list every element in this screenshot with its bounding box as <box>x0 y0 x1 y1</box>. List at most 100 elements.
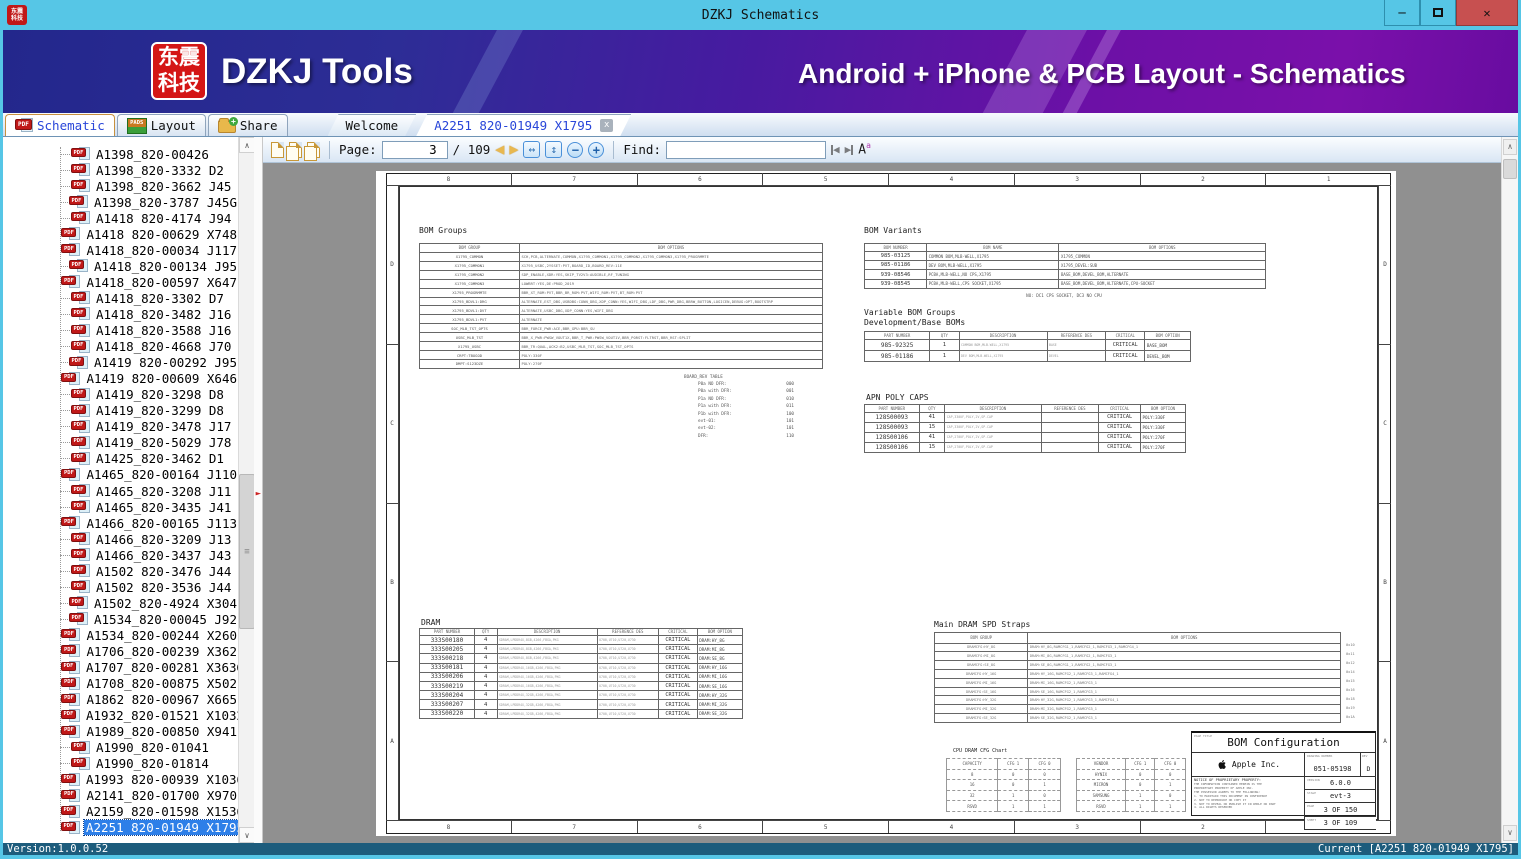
pdf-file-icon: PDF <box>61 644 81 658</box>
scroll-up-icon[interactable]: ∧ <box>239 137 255 153</box>
splitter-collapse-icon[interactable]: ► <box>256 489 261 499</box>
file-tree-item[interactable]: PDF A1862 820-00967 X665 <box>60 692 239 708</box>
viewer-scrollbar-thumb[interactable] <box>1503 159 1517 179</box>
file-tree-item[interactable]: PDF A1534_820-00045 J92 <box>60 611 239 627</box>
zoom-out-icon[interactable]: − <box>567 141 584 158</box>
file-tree-item[interactable]: PDF A1418_820-4668 J70 <box>60 339 239 355</box>
next-page-icon[interactable]: ▶ <box>509 142 518 157</box>
file-tree-item[interactable]: PDF A1418_820-3588 J16 <box>60 323 239 339</box>
table-cell: 128S00093 <box>864 421 920 433</box>
grid-row-label: A <box>1378 662 1391 820</box>
file-tree-item[interactable]: PDF A1419_820-5029 J78 <box>60 435 239 451</box>
pdf-viewer[interactable]: 87654321 87654321 DCBA DCBA BOM Groups B… <box>263 163 1501 843</box>
fit-width-icon[interactable]: ↔ <box>523 141 541 158</box>
file-tree-item[interactable]: PDF A1465_820-3435 J41 <box>60 499 239 515</box>
scrollbar-thumb[interactable]: ≡ <box>239 474 255 629</box>
pdf-file-icon: PDF <box>69 355 88 370</box>
doc-tab-current-label: A2251 820-01949 X1795 <box>434 118 593 133</box>
match-case-icon[interactable]: Aa <box>858 141 877 157</box>
doc-tab-close-icon[interactable]: x <box>600 119 613 132</box>
file-tree-item[interactable]: PDF A1418_820-3302 D7 <box>60 290 239 306</box>
table-cell: CRITICAL <box>1098 441 1142 454</box>
file-name: A1466_820-3437 J43 <box>96 547 232 563</box>
file-tree-item[interactable]: PDF A1502 820-3476 J44 <box>60 563 239 579</box>
file-tree-item[interactable]: PDF A1425_820-3462 D1 <box>60 451 239 467</box>
file-tree-item[interactable]: PDF A1466_820-3437 J43 <box>60 547 239 563</box>
file-tree-sidebar: PDF A1398_820-00426 PDF A1398_820-3332 D… <box>3 137 263 843</box>
doc-tab-current[interactable]: A2251 820-01949 X1795 x <box>416 114 631 136</box>
file-tree-item[interactable]: PDF A1418_820-00134 J95 <box>60 258 239 274</box>
file-tree-item[interactable]: PDF A1502 820-3536 J44 <box>60 579 239 595</box>
file-tree-item[interactable]: PDF A1398_820-00426 <box>60 146 239 162</box>
pdf-file-icon: PDF <box>61 676 81 691</box>
file-tree-item[interactable]: PDF A1465_820-00164 J110 <box>60 467 239 483</box>
file-tree-item[interactable]: PDF A1419 820-00609 X646 <box>60 371 239 387</box>
file-tree-item[interactable]: PDF A2159_820-01598 X1536 <box>60 804 239 820</box>
file-name: A1465_820-3435 J41 <box>96 499 232 515</box>
find-previous-icon[interactable]: ◀ <box>830 143 840 156</box>
file-tree-item[interactable]: PDF A1466_820-3209 J13 <box>60 531 239 547</box>
export-page-icon[interactable] <box>286 141 302 161</box>
file-tree-item[interactable]: PDF A1932_820-01521 X1032 <box>60 708 239 724</box>
table-cell: DRAMCFG:MI_8G <box>933 651 1029 662</box>
pdf-file-icon: PDF <box>71 291 90 305</box>
viewer-scroll-up-icon[interactable]: ∧ <box>1503 139 1517 155</box>
file-tree-item[interactable]: PDF A2141_820-01700 X970 <box>60 788 239 804</box>
table-cell: PCBA,MLB-WELL,CPS SOCKET,X1795 <box>926 278 1060 290</box>
file-tree-item[interactable]: PDF A1418_820-00597 X647 <box>60 274 239 290</box>
table-cell: DRAM:MI_8G <box>696 644 744 655</box>
file-tree-item[interactable]: PDF A1418_820-00034 J117 <box>60 242 239 258</box>
file-tree-item[interactable]: PDF A1465_820-3208 J11 <box>60 483 239 499</box>
single-page-icon[interactable] <box>271 141 284 158</box>
sidebar-splitter[interactable]: ► <box>254 137 262 843</box>
file-tree-item[interactable]: PDF A1466_820-00165 J113 <box>60 515 239 531</box>
file-tree-item[interactable]: PDF A1989_820-00850 X941 <box>60 724 239 740</box>
file-tree-item[interactable]: PDF A1418 820-4174 J94 <box>60 210 239 226</box>
file-tree-item[interactable]: PDF A1419 820-00292 J95 <box>60 355 239 371</box>
file-tree-item[interactable]: PDF A1502_820-4924 X304 <box>60 595 239 611</box>
spd-hex-value: 0x1A <box>1346 715 1355 720</box>
page-number-input[interactable] <box>381 140 448 159</box>
table-cell: PCBA,MLB-WELL,NO CPS,X1795 <box>926 269 1060 280</box>
doc-tab-welcome[interactable]: Welcome <box>328 114 417 136</box>
file-tree-item[interactable]: PDF A1418 820-00629 X748 <box>60 226 239 242</box>
table-cell: 1 <box>1154 800 1186 812</box>
table-cell: 1 <box>1125 789 1156 802</box>
tab-layout[interactable]: PADS Layout <box>116 114 206 136</box>
pdf-file-icon: PDF <box>61 628 81 642</box>
table-cell: DRAMCFG:MI_32G <box>933 704 1029 715</box>
file-tree-item[interactable]: PDF A1708_820-00875 X502 <box>60 676 239 692</box>
file-tree-item[interactable]: PDF A1419_820-3299 D8 <box>60 403 239 419</box>
file-tree-item[interactable]: PDF A1534_820-00244 X260 <box>60 627 239 643</box>
scroll-down-icon[interactable]: ∨ <box>239 827 255 843</box>
zoom-in-icon[interactable]: + <box>588 141 605 158</box>
find-next-icon[interactable]: ▶ <box>845 143 854 156</box>
title-block: PAGE TITLE BOM Configuration Apple Inc. … <box>1191 731 1376 830</box>
file-tree-item[interactable]: PDF A1706_820-00239 X362 <box>60 643 239 659</box>
print-page-icon[interactable] <box>304 141 320 161</box>
viewer-scroll-down-icon[interactable]: ∨ <box>1503 825 1517 841</box>
file-tree-item[interactable]: PDF A1419_820-3478 J17 <box>60 419 239 435</box>
file-tree-item[interactable]: PDF A1993 820-00939 X1036 <box>60 772 239 788</box>
viewer-scrollbar[interactable]: ∧ ∨ <box>1501 137 1518 843</box>
table-cell: SDRAM,LPDDR4X,8GB,4266,FBGA,PKG <box>496 653 598 664</box>
file-tree-item[interactable]: PDF A1707_820-00281 X363G <box>60 660 239 676</box>
file-tree-item[interactable]: PDF A1419_820-3298 D8 <box>60 387 239 403</box>
file-tree-item[interactable]: PDF A1990_820-01814 <box>60 756 239 772</box>
tab-schematic[interactable]: PDF Schematic <box>5 114 115 136</box>
pdf-file-icon: PDF <box>71 451 90 466</box>
file-tree-item[interactable]: PDF A1398_820-3332 D2 <box>60 162 239 178</box>
file-tree-item[interactable]: PDF A2251 820-01949 X1795 <box>60 819 239 837</box>
file-tree-item[interactable]: PDF A1418_820-3482 J16 <box>60 306 239 322</box>
fit-page-icon[interactable]: ↕ <box>545 141 563 158</box>
sidebar-scrollbar[interactable]: ∧ ≡ ∨ <box>238 137 255 843</box>
find-input[interactable] <box>665 140 826 159</box>
spd-hex-value: 0x19 <box>1346 706 1355 711</box>
variable-bom-title-2: Development/Base BOMs <box>864 317 966 327</box>
file-tree-item[interactable]: PDF A1398_820-3662 J45 <box>60 178 239 194</box>
file-tree-item[interactable]: PDF A1398_820-3787 J45G <box>60 194 239 210</box>
previous-page-icon[interactable]: ◀ <box>495 142 504 157</box>
file-tree-item[interactable]: PDF A1990_820-01041 <box>60 740 239 756</box>
tab-share[interactable]: + Share <box>207 114 288 136</box>
file-name: A1419_820-5029 J78 <box>96 435 232 451</box>
